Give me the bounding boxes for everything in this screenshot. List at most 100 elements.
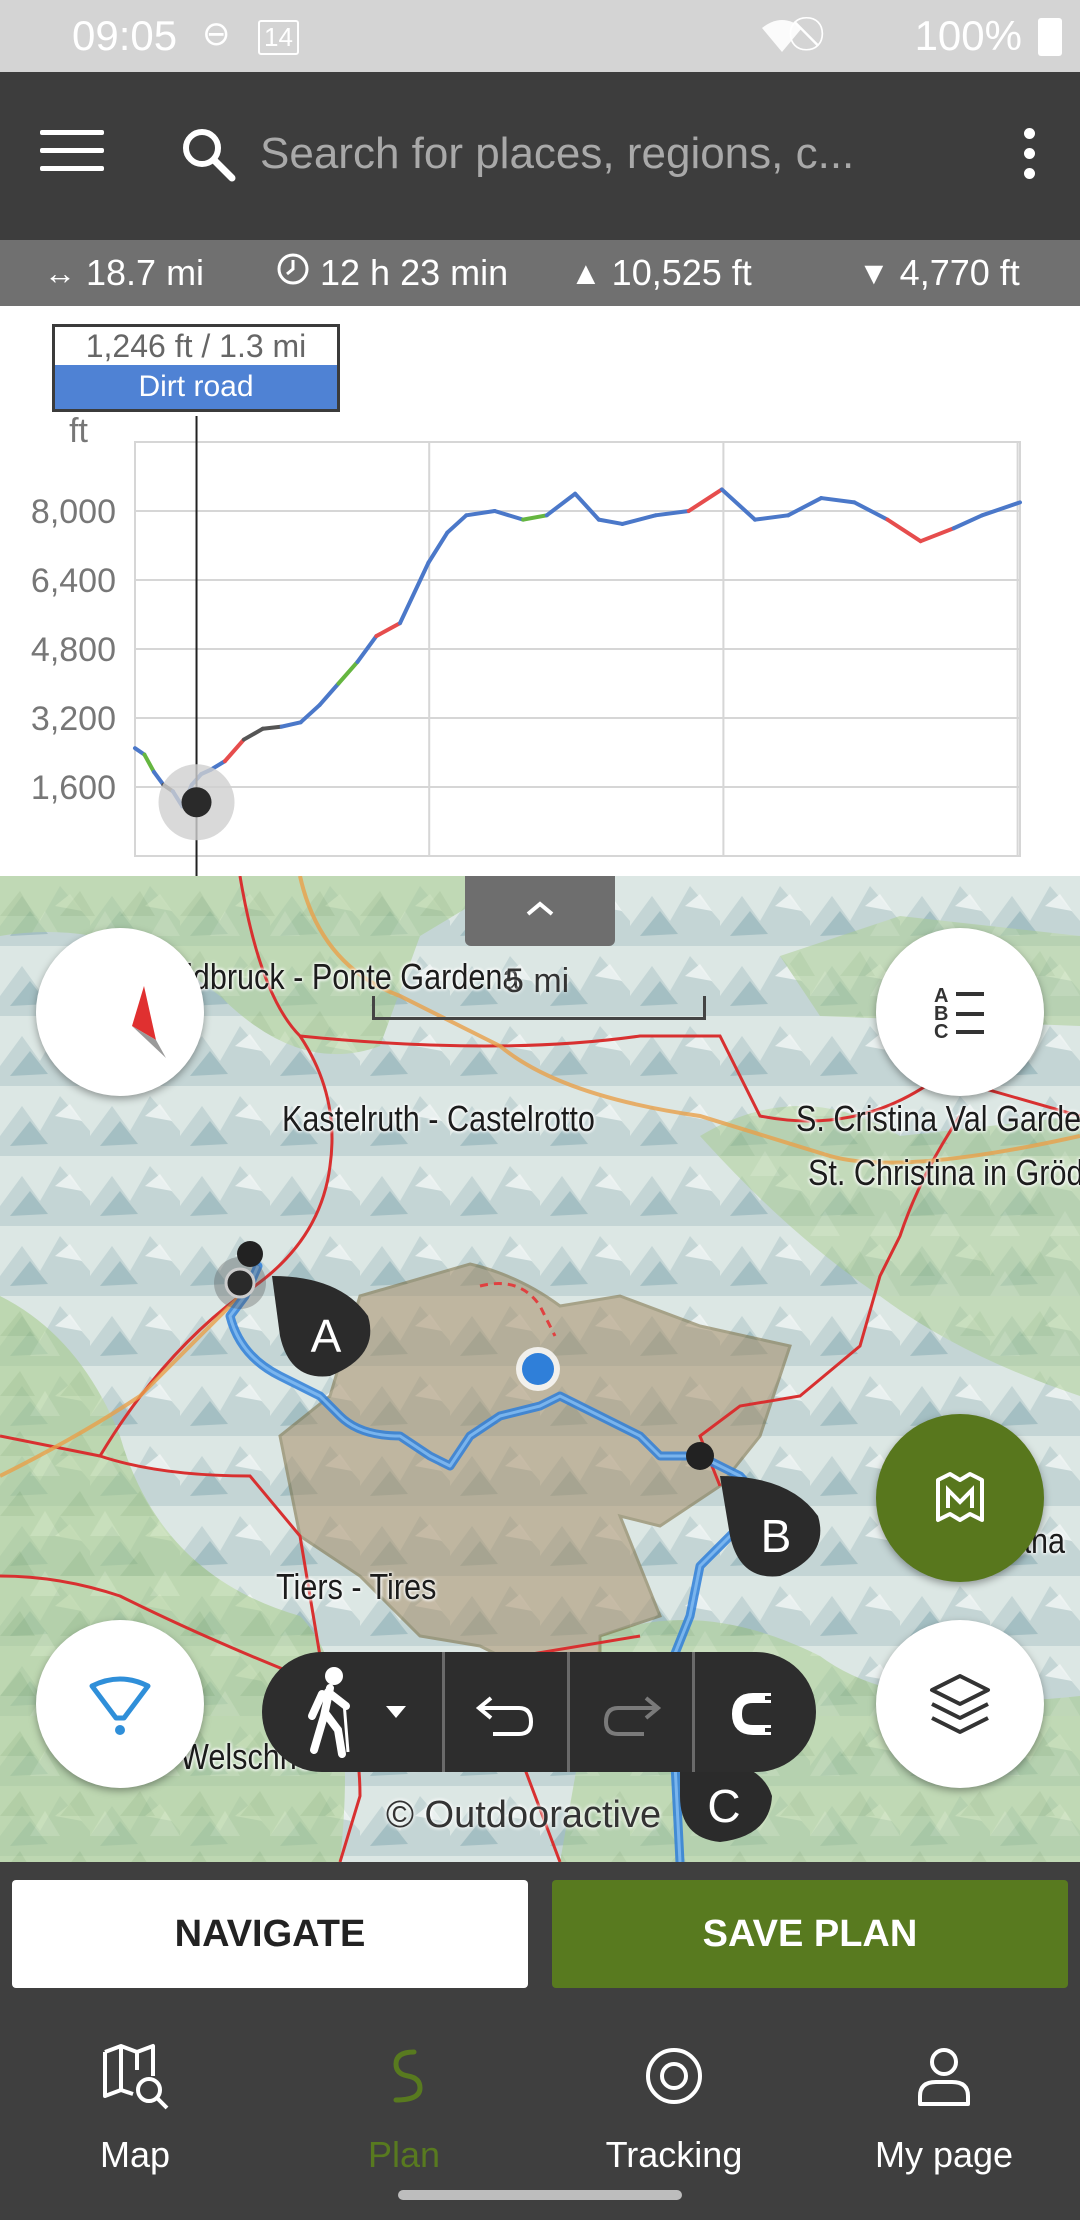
elevation-line-segment: [142, 752, 156, 774]
collapse-chart-button[interactable]: [465, 876, 615, 946]
nav-label-map: Map: [99, 2134, 171, 2175]
ascent-icon: ▲: [570, 254, 602, 291]
route-start-marker[interactable]: [224, 1267, 256, 1299]
elevation-line-segment: [719, 487, 757, 522]
battery-icon: [1038, 18, 1062, 56]
elevation-line-segment: [317, 681, 341, 708]
nav-item-map[interactable]: Map: [35, 2030, 235, 2180]
status-time: 09:05: [72, 12, 178, 59]
chart-cursor-point: [181, 787, 212, 818]
search-input[interactable]: [260, 118, 920, 190]
nav-item-tracking[interactable]: Tracking: [574, 2030, 774, 2180]
nav-item-my-page[interactable]: My page: [844, 2030, 1044, 2180]
waypoint-b-anchor: [686, 1442, 714, 1470]
hiker-icon: [308, 1667, 406, 1758]
elevation-line-segment: [573, 491, 601, 522]
elevation-line-segment: [336, 659, 360, 686]
route-point-marker: [237, 1241, 263, 1267]
elevation-line-segment: [298, 703, 322, 725]
waypoint-a-label: A: [311, 1310, 342, 1362]
map-scale-label: 5 mi: [505, 962, 570, 1000]
tooltip-surface: Dirt road: [55, 365, 337, 409]
elevation-line-segment: [426, 530, 450, 565]
search-icon[interactable]: [178, 124, 238, 184]
elevation-line-segment: [686, 487, 724, 513]
map-search-icon: [103, 2044, 169, 2110]
y-tick-label: 6,400: [31, 562, 116, 600]
stat-distance: ↔ 18.7 mi: [44, 252, 204, 294]
app-bar: [0, 72, 1080, 240]
elevation-line-segment: [620, 513, 658, 526]
bottom-navigation: Map Plan Tracking My page: [0, 2010, 1080, 2220]
elevation-line-segment: [492, 509, 526, 522]
undo-button[interactable]: [445, 1652, 567, 1772]
elevation-chart[interactable]: 8,000 6,400 4,800 3,200 1,600 ft 1,246 ft / …: [0, 306, 1080, 876]
elevation-line-segment: [151, 769, 166, 787]
y-tick-label: 4,800: [31, 631, 116, 669]
redo-icon: [603, 1696, 662, 1736]
waypoint-b-label: B: [761, 1510, 792, 1562]
elevation-line-segment: [374, 621, 403, 639]
route-plan-icon: [393, 2049, 423, 2103]
elevation-line-segment: [596, 517, 625, 526]
elevation-line-segment: [918, 526, 956, 544]
user-icon: [918, 2048, 970, 2106]
calendar-icon: 14: [258, 20, 299, 55]
elevation-tooltip: 1,246 ft / 1.3 mi Dirt road: [52, 324, 340, 412]
battery-level: 100%: [914, 12, 1022, 59]
current-location-dot: [522, 1353, 554, 1385]
chevron-up-icon: [526, 901, 554, 916]
elevation-line-segment: [279, 720, 303, 729]
gps-signal-icon: [89, 1676, 151, 1735]
clock-icon: [276, 252, 310, 294]
tooltip-value: 1,246 ft / 1.3 mi: [85, 328, 307, 364]
elevation-line-segment: [445, 513, 469, 535]
elevation-line-segment: [951, 513, 985, 531]
compass-button[interactable]: [36, 928, 204, 1096]
routing-toolbar: [262, 1652, 816, 1772]
elevation-line-segment: [544, 491, 578, 518]
elevation-line-segment: [786, 496, 824, 518]
nav-label-my-page: My page: [874, 2134, 1014, 2175]
save-plan-button[interactable]: SAVE PLAN: [552, 1880, 1068, 1988]
menu-icon[interactable]: [40, 130, 104, 180]
distance-value: 18.7 mi: [86, 252, 205, 293]
y-axis-unit-label: ft: [69, 412, 88, 450]
home-indicator[interactable]: [398, 2190, 682, 2200]
offline-map-button[interactable]: [876, 1414, 1044, 1582]
signal-button[interactable]: [36, 1620, 204, 1788]
more-options-icon[interactable]: [1014, 128, 1044, 184]
nav-item-plan[interactable]: Plan: [304, 2030, 504, 2180]
nav-label-tracking: Tracking: [605, 2134, 743, 2175]
undo-icon: [475, 1696, 534, 1736]
stat-ascent: ▲ 10,525 ft: [570, 252, 752, 294]
navigate-button[interactable]: NAVIGATE: [12, 1880, 528, 1988]
route-details-button[interactable]: A B C: [876, 928, 1044, 1096]
activity-type-button[interactable]: [262, 1652, 442, 1772]
place-label-kastelruth: Kastelruth - Castelrotto: [282, 1098, 595, 1139]
duration-value: 12 h 23 min: [320, 252, 509, 293]
y-tick-label: 8,000: [31, 493, 116, 531]
y-tick-label: 1,600: [31, 769, 116, 807]
action-bar: NAVIGATE SAVE PLAN: [0, 1862, 1080, 2010]
status-bar: 09:05 ⊖ 14 ⃠ 100%: [0, 0, 1080, 72]
elevation-line-segment: [819, 496, 857, 505]
route-stats-bar: ↔ 18.7 mi 12 h 23 min ▲ 10,525 ft ▼ 4,77…: [0, 240, 1080, 306]
elevation-line-segment: [885, 517, 923, 544]
ascent-value: 10,525 ft: [611, 252, 752, 293]
snap-to-path-button[interactable]: [695, 1652, 816, 1772]
calendar-day: 14: [264, 22, 293, 52]
svg-text:C: C: [934, 1021, 948, 1043]
map-view[interactable]: A B C idbruck - Ponte Gardena Kastelruth…: [0, 876, 1080, 1862]
descent-icon: ▼: [858, 254, 890, 291]
caret-down-icon: [386, 1706, 406, 1718]
stat-duration: 12 h 23 min: [276, 252, 508, 294]
elevation-line-segment: [222, 737, 246, 764]
stat-descent: ▼ 4,770 ft: [858, 252, 1020, 294]
map-book-icon: [936, 1472, 984, 1522]
list-icon: A B C: [934, 985, 984, 1043]
map-layers-button[interactable]: [876, 1620, 1044, 1788]
place-label-s-cristina: S. Cristina Val Garde: [796, 1098, 1080, 1139]
nav-label-plan: Plan: [367, 2134, 441, 2175]
redo-button[interactable]: [570, 1652, 692, 1772]
